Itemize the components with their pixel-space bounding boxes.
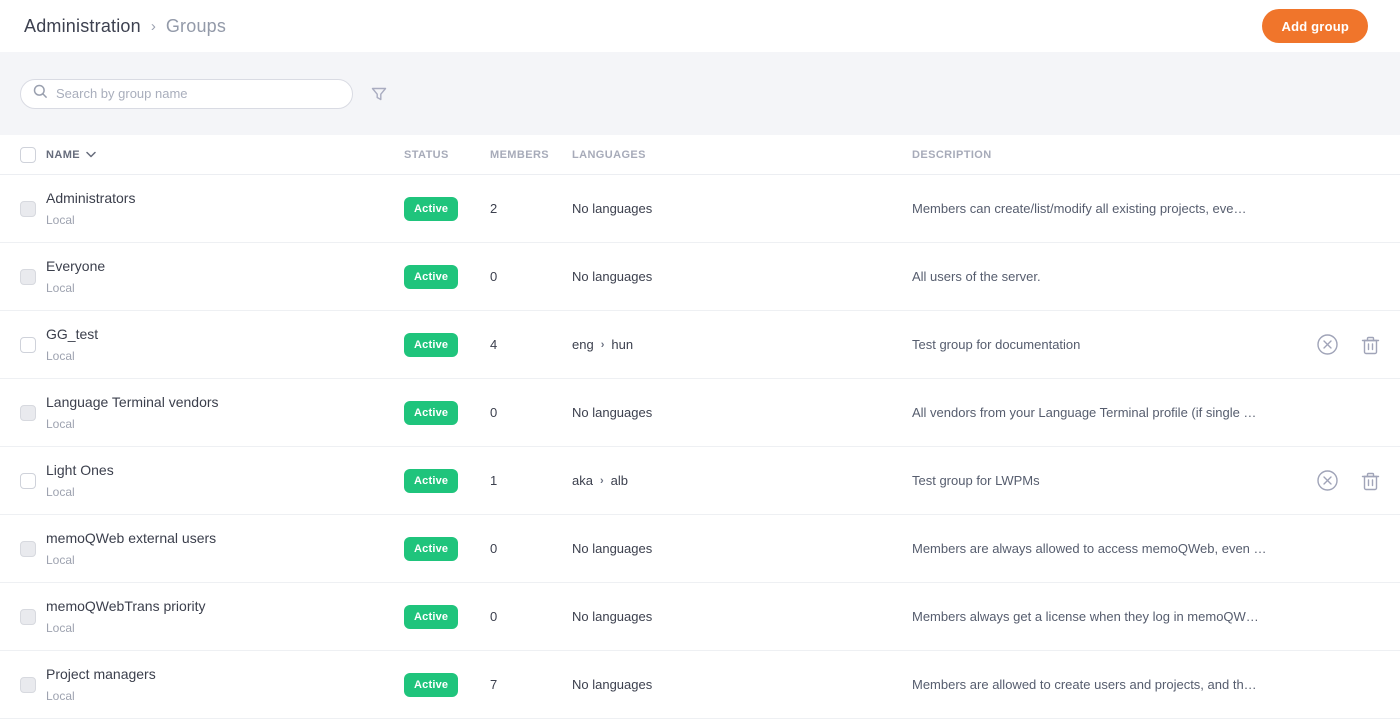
table-row: Administrators Local Active 2 No languag… xyxy=(0,175,1400,243)
search-icon xyxy=(33,84,48,104)
table-row: Project managers Local Active 7 No langu… xyxy=(0,651,1400,719)
language-target: alb xyxy=(610,473,628,488)
language-direction-icon: › xyxy=(600,339,605,351)
breadcrumb: Administration › Groups xyxy=(24,16,226,37)
description: Members are always allowed to access mem… xyxy=(912,541,1267,556)
group-type: Local xyxy=(46,213,75,227)
row-checkbox xyxy=(20,268,36,285)
group-type: Local xyxy=(46,485,75,499)
deactivate-group-button[interactable] xyxy=(1316,469,1339,492)
group-type: Local xyxy=(46,349,75,363)
description: All vendors from your Language Terminal … xyxy=(912,405,1257,420)
languages: No languages xyxy=(572,609,653,624)
description: Test group for documentation xyxy=(912,337,1081,352)
status-badge: Active xyxy=(404,264,459,289)
table-row: memoQWebTrans priority Local Active 0 No… xyxy=(0,583,1400,651)
group-type: Local xyxy=(46,553,75,567)
select-all-checkbox[interactable] xyxy=(20,146,36,163)
row-checkbox xyxy=(20,608,36,625)
row-checkbox[interactable] xyxy=(20,336,36,353)
status-badge: Active xyxy=(404,332,459,357)
column-header-name[interactable]: NAME xyxy=(46,149,404,161)
status-badge: Active xyxy=(404,468,459,493)
sort-chevron-down-icon xyxy=(86,151,96,158)
description: Test group for LWPMs xyxy=(912,473,1040,488)
table-row: memoQWeb external users Local Active 0 N… xyxy=(0,515,1400,583)
group-name[interactable]: Administrators xyxy=(46,191,404,205)
language-source: eng xyxy=(572,337,594,352)
languages: eng › hun xyxy=(572,337,912,352)
group-type: Local xyxy=(46,417,75,431)
members-count: 1 xyxy=(490,473,498,488)
search-box[interactable] xyxy=(20,78,353,109)
group-name[interactable]: memoQWeb external users xyxy=(46,531,404,545)
group-name[interactable]: memoQWebTrans priority xyxy=(46,599,404,613)
delete-group-button[interactable] xyxy=(1361,335,1380,355)
language-target: hun xyxy=(611,337,634,352)
table-row: Light Ones Local Active 1 aka › alb Test… xyxy=(0,447,1400,515)
members-count: 0 xyxy=(490,269,498,284)
status-badge: Active xyxy=(404,604,459,629)
table-header: NAME STATUS MEMBERS LANGUAGES DESCRIPTIO… xyxy=(0,135,1400,175)
language-direction-icon: › xyxy=(599,475,604,487)
status-badge: Active xyxy=(404,672,459,697)
column-header-description: DESCRIPTION xyxy=(912,148,992,161)
delete-group-button[interactable] xyxy=(1361,471,1380,491)
status-badge: Active xyxy=(404,196,459,221)
search-section xyxy=(0,52,1400,135)
languages: No languages xyxy=(572,405,653,420)
table-row: GG_test Local Active 4 eng › hun Test gr… xyxy=(0,311,1400,379)
group-type: Local xyxy=(46,689,75,703)
languages: aka › alb xyxy=(572,473,912,488)
x-circle-icon xyxy=(1317,334,1338,355)
filter-funnel-icon xyxy=(371,87,387,100)
language-source: aka xyxy=(572,473,593,488)
languages: No languages xyxy=(572,269,653,284)
filter-button[interactable] xyxy=(370,85,388,103)
breadcrumb-chevron-icon: › xyxy=(150,18,156,35)
members-count: 7 xyxy=(490,677,498,692)
trash-icon xyxy=(1361,472,1380,490)
group-name[interactable]: Light Ones xyxy=(46,463,404,477)
add-group-button[interactable]: Add group xyxy=(1262,9,1368,43)
breadcrumb-administration[interactable]: Administration xyxy=(24,16,141,37)
group-name[interactable]: GG_test xyxy=(46,327,404,341)
members-count: 0 xyxy=(490,405,498,420)
group-name[interactable]: Project managers xyxy=(46,667,404,681)
row-checkbox xyxy=(20,676,36,693)
description: Members can create/list/modify all exist… xyxy=(912,201,1247,216)
trash-icon xyxy=(1361,336,1380,354)
status-badge: Active xyxy=(404,400,459,425)
languages: No languages xyxy=(572,201,653,216)
languages: No languages xyxy=(572,677,653,692)
column-header-members: MEMBERS xyxy=(490,148,550,161)
row-checkbox xyxy=(20,540,36,557)
status-badge: Active xyxy=(404,536,459,561)
search-input[interactable] xyxy=(56,86,340,101)
members-count: 4 xyxy=(490,337,498,352)
description: All users of the server. xyxy=(912,269,1041,284)
deactivate-group-button[interactable] xyxy=(1316,333,1339,356)
row-checkbox[interactable] xyxy=(20,472,36,489)
members-count: 0 xyxy=(490,609,498,624)
group-name[interactable]: Everyone xyxy=(46,259,404,273)
languages: No languages xyxy=(572,541,653,556)
members-count: 0 xyxy=(490,541,498,556)
description: Members always get a license when they l… xyxy=(912,609,1259,624)
top-bar: Administration › Groups Add group xyxy=(0,0,1400,52)
members-count: 2 xyxy=(490,201,498,216)
table-row: Everyone Local Active 0 No languages All… xyxy=(0,243,1400,311)
x-circle-icon xyxy=(1317,470,1338,491)
group-type: Local xyxy=(46,281,75,295)
row-checkbox xyxy=(20,404,36,421)
column-header-languages: LANGUAGES xyxy=(572,148,646,161)
column-header-status: STATUS xyxy=(404,148,449,161)
table-row: Language Terminal vendors Local Active 0… xyxy=(0,379,1400,447)
group-name[interactable]: Language Terminal vendors xyxy=(46,395,404,409)
breadcrumb-groups: Groups xyxy=(165,15,227,36)
row-checkbox xyxy=(20,200,36,217)
description: Members are allowed to create users and … xyxy=(912,677,1257,692)
group-type: Local xyxy=(46,621,75,635)
